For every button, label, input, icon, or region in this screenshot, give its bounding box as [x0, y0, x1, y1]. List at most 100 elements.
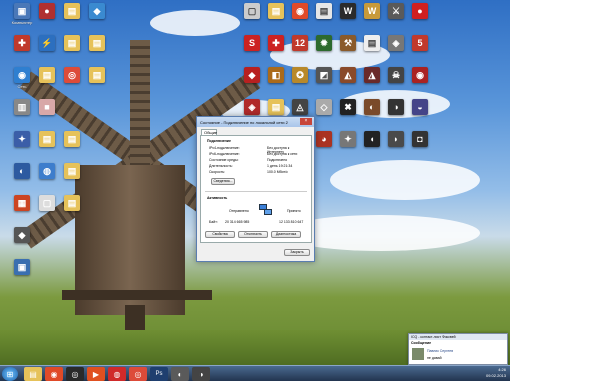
photoshop-icon[interactable]: Ps — [150, 367, 168, 381]
game-icon: W — [340, 3, 356, 19]
game-icon: ✖ — [340, 99, 356, 115]
clock-date: 09.02.2013 — [485, 373, 506, 378]
game-icon: ◭ — [340, 67, 356, 83]
game-icon: ◮ — [364, 67, 380, 83]
game-icon: ✚ — [268, 35, 284, 51]
game-icon: ◗ — [388, 131, 404, 147]
game-icon: ● — [412, 3, 428, 19]
desktop-icon[interactable]: ◗ — [386, 131, 406, 169]
chat-message: не давай — [427, 356, 442, 360]
game-icon: ⚔ — [388, 3, 404, 19]
game-icon: ✦ — [340, 131, 356, 147]
game-icon: ◕ — [316, 131, 332, 147]
folder-icon: ▤ — [89, 35, 105, 51]
game-icon: ◘ — [412, 131, 428, 147]
game-icon: ◈ — [244, 99, 260, 115]
game-icon: ✪ — [292, 67, 308, 83]
status-key: Скорость: — [209, 170, 226, 174]
file-icon: ▤ — [364, 35, 380, 51]
folder-icon: ▤ — [64, 195, 80, 211]
status-row: Скорость: 100.0 Мбит/с — [207, 170, 307, 175]
dialog-titlebar[interactable]: Состояние - Подключение по локальной сет… — [197, 117, 314, 127]
game-icon: ◇ — [316, 99, 332, 115]
windows-start-icon[interactable]: ⊞ — [2, 367, 18, 381]
app-icon: ◆ — [89, 3, 105, 19]
received-label: Принято — [287, 209, 301, 213]
desktop-icon[interactable]: ▤ — [77, 67, 117, 105]
section-connection: Подключение — [207, 139, 231, 143]
desktop-icon[interactable]: ✦ — [338, 131, 358, 169]
properties-button[interactable]: Свойства — [205, 231, 235, 238]
desktop-icon[interactable]: ▤ — [52, 195, 92, 233]
game-icon: ☠ — [388, 67, 404, 83]
media-icon[interactable]: ▶ — [87, 367, 105, 381]
folder-icon: ▤ — [268, 3, 284, 19]
game-icon: W — [364, 3, 380, 19]
game-icon: ◐ — [364, 99, 380, 115]
desktop: ▣ Компьютер ● ▤ ◆ ✚ ⚡ ▤ ▤ ◉ Сеть ▤ ◎ ▤ ▥ ■ ✦ ▤ ▤ ◐ ◍ ▤ ▦ ▢ ▤ ◆ ▣ ▢… — [0, 0, 510, 381]
network-status-dialog: Состояние - Подключение по локальной сет… — [196, 116, 315, 262]
explorer-icon[interactable]: ▤ — [24, 367, 42, 381]
windmill-base — [62, 290, 212, 300]
folder-icon: ▤ — [64, 131, 80, 147]
taskbar: ⊞ ▤ ◉ ◎ ▶ ◍ ◎ Ps ◐ ◑ 4:26 09.02.2013 — [0, 365, 510, 381]
clock[interactable]: 4:26 09.02.2013 — [486, 367, 506, 379]
folder-icon: ▤ — [89, 67, 105, 83]
dialog-title: Состояние - Подключение по локальной сет… — [200, 120, 288, 125]
chrome-icon[interactable]: ◎ — [129, 367, 147, 381]
game-icon: ◆ — [244, 67, 260, 83]
firefox-icon: ◉ — [292, 3, 308, 19]
game-icon: ⚒ — [340, 35, 356, 51]
bytes-sent: 20 314 665 985 — [225, 220, 250, 224]
status-row: IPv4-подключение: Без доступа к Интернету — [207, 146, 307, 154]
app-icon[interactable]: ◑ — [192, 367, 210, 381]
firefox-icon[interactable]: ◉ — [45, 367, 63, 381]
chat-sender: Павлик Сергеев — [427, 349, 454, 353]
file-icon: ■ — [39, 99, 55, 115]
dialog-panel: Подключение IPv4-подключение: Без доступа… — [200, 135, 312, 243]
game-icon: ◖ — [364, 131, 380, 147]
desktop-icon[interactable]: ◘ — [410, 131, 430, 169]
status-row: Длительность: 1 день 19:21:34 — [207, 164, 307, 169]
game-icon: 5 — [412, 35, 428, 51]
status-row: IPv6-подключение: Без доступа к сети — [207, 152, 307, 157]
game-icon: ◑ — [388, 99, 404, 115]
diagnose-button[interactable]: Диагностика — [271, 231, 301, 238]
app-icon[interactable]: ◍ — [108, 367, 126, 381]
status-row: Состояние среды: Подключено — [207, 158, 307, 163]
status-value: Подключено — [267, 158, 288, 162]
game-icon: ◒ — [412, 99, 428, 115]
app-icon[interactable]: ◐ — [171, 367, 189, 381]
close-icon[interactable]: × — [300, 118, 312, 125]
status-key: Состояние среды: — [209, 158, 239, 162]
desktop-icon[interactable]: ▣ — [2, 259, 42, 297]
status-key: IPv6-подключение: — [209, 152, 240, 156]
folder-icon: ▤ — [268, 99, 284, 115]
folder-icon: ▤ — [64, 163, 80, 179]
desktop-icon[interactable]: ◕ — [314, 131, 334, 169]
status-value: 1 день 19:21:34 — [267, 164, 293, 168]
desktop-icon[interactable]: ◖ — [362, 131, 382, 169]
avatar — [412, 348, 424, 360]
game-icon: 12 — [292, 35, 308, 51]
divider — [205, 191, 307, 192]
game-icon: S — [244, 35, 260, 51]
app-icon: ▣ — [14, 259, 30, 275]
app-icon[interactable]: ◎ — [66, 367, 84, 381]
status-key: Длительность: — [209, 164, 233, 168]
bytes-received: 12 133 810 647 — [279, 220, 304, 224]
status-value: Без доступа к сети — [267, 152, 298, 156]
disable-button[interactable]: Отключить — [238, 231, 268, 238]
file-icon: ▢ — [244, 3, 260, 19]
chat-title: Сообщение — [411, 341, 432, 345]
close-button[interactable]: Закрыть — [284, 249, 310, 256]
network-computers-icon — [259, 204, 273, 216]
game-icon: ◉ — [412, 67, 428, 83]
game-icon: ✹ — [316, 35, 332, 51]
game-icon: ◈ — [388, 35, 404, 51]
icq-notification[interactable]: ICQ - контакт-лист Фоксвей Сообщение Пав… — [408, 333, 508, 365]
details-button[interactable]: Сведения... — [211, 178, 235, 185]
file-icon: ▤ — [316, 3, 332, 19]
sent-label: Отправлено — [229, 209, 249, 213]
game-icon: ◬ — [292, 99, 308, 115]
